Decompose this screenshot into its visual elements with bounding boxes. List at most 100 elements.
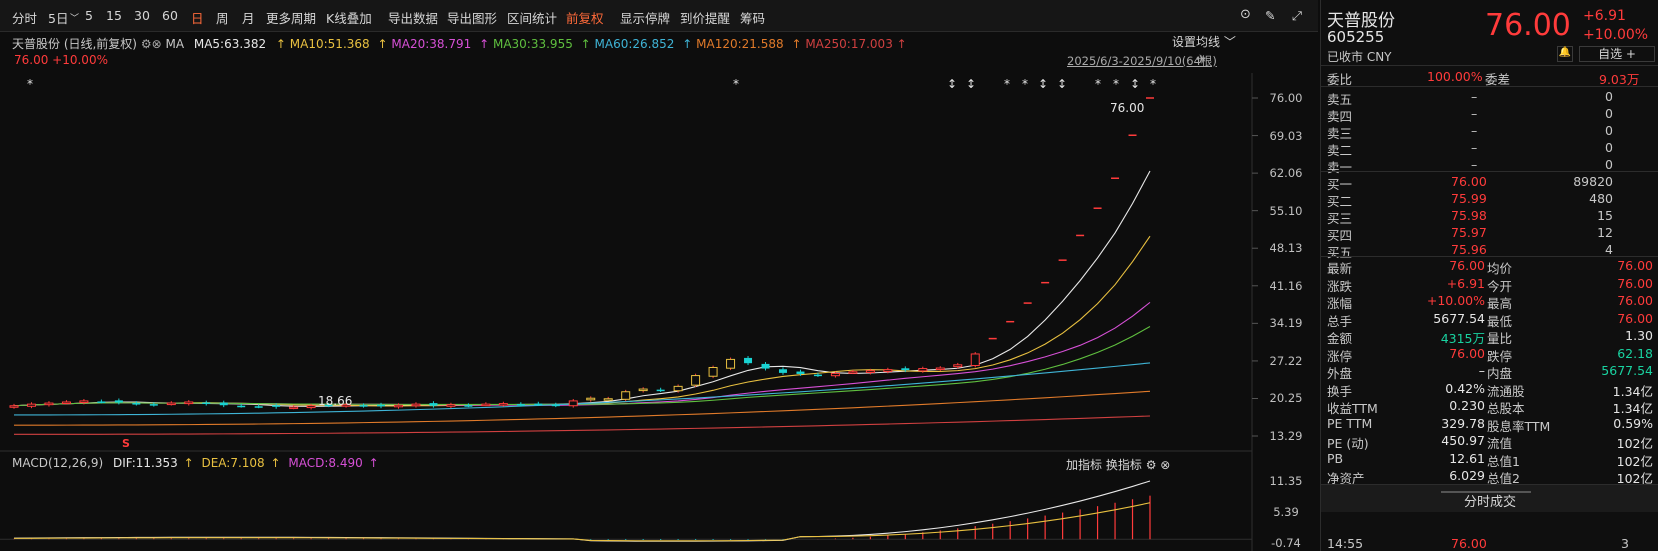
event-marker: * [1004, 77, 1010, 91]
candle [44, 402, 54, 406]
bid-row: 买三 75.98 15 [1327, 208, 1613, 226]
tab-day[interactable]: 日 [191, 8, 204, 27]
ma-lines [13, 170, 1151, 435]
tab-30min[interactable]: 30 [134, 8, 150, 23]
candle [953, 364, 963, 368]
candle [778, 369, 787, 373]
close-icon[interactable]: ⊗ [1160, 458, 1170, 472]
dif-arrow: ↑ [183, 456, 194, 470]
stat-row: PE (动) 450.97 流值 102亿 [1327, 433, 1653, 451]
export-data-button[interactable]: 导出数据 [388, 8, 438, 27]
watchlist-button[interactable]: 自选 + [1579, 46, 1655, 62]
kline-overlay-menu[interactable]: K线叠加 [326, 8, 372, 27]
fullscreen-icon[interactable]: ⤢ [1292, 8, 1302, 24]
collapse-icon[interactable]: ⊙ [1240, 7, 1251, 22]
stat-row: 收益TTM 0.230 总股本 1.34亿 [1327, 398, 1653, 416]
candle [865, 370, 875, 373]
event-marker: ↕ [947, 77, 957, 91]
tick-panel-header[interactable]: 分时成交 [1321, 484, 1658, 512]
candle [393, 404, 403, 408]
event-marker: * [1150, 77, 1156, 91]
candle [149, 404, 158, 406]
sell-signal-marker: S [122, 437, 130, 450]
event-marker: * [1022, 77, 1028, 91]
stat-row: 最新 76.00 均价 76.00 [1327, 258, 1653, 276]
macd-tick-label: 5.39 [1273, 504, 1299, 519]
kline-chart-area[interactable]: 天普股份 (日线,前复权) ⚙⊗ MA MA5:63.382 ↑ MA10:51… [0, 33, 1318, 551]
stat-row: 总手 5677.54 最低 76.00 [1327, 310, 1653, 329]
tab-month[interactable]: 月 [242, 8, 255, 27]
ma-line [13, 390, 1151, 426]
price-tick-label: 27.22 [1269, 353, 1303, 368]
candle [935, 367, 945, 371]
gear-icon[interactable]: ⚙ [1146, 458, 1157, 472]
bell-icon[interactable]: 🔔 [1557, 46, 1573, 62]
stock-code: 605255 [1327, 28, 1385, 46]
chips-button[interactable]: 筹码 [740, 8, 765, 27]
high-price-annotation: 76.00 [1110, 101, 1145, 115]
show-suspension-button[interactable]: 显示停牌 [620, 8, 670, 27]
quote-panel: 天普股份 605255 已收市 CNY 76.00 +6.91 +10.00% … [1320, 0, 1658, 551]
price-alert-button[interactable]: 到价提醒 [680, 8, 730, 27]
export-graph-button[interactable]: 导出图形 [447, 8, 497, 27]
candle [901, 368, 910, 371]
dif-label: DIF:11.353 [112, 456, 178, 470]
candle [830, 372, 840, 377]
candle [377, 404, 386, 407]
event-marker: * [1113, 77, 1119, 91]
candle [166, 402, 176, 406]
price-axis: 76.00 69.03 62.06 55.10 48.13 41.16 34.19 27.22… [1252, 33, 1318, 551]
candle [568, 400, 578, 407]
candle [446, 404, 456, 407]
ask-row: 卖一 –0 [1327, 157, 1613, 175]
candle [516, 404, 525, 406]
tab-week[interactable]: 周 [216, 8, 229, 27]
market-status: 已收市 CNY [1327, 50, 1392, 64]
candle [603, 398, 613, 401]
add-indicator-button[interactable]: 加指标 [1066, 458, 1102, 472]
stat-row: 外盘 – 内盘 5677.54 [1327, 363, 1653, 381]
low-price-annotation: 18.66 [318, 394, 353, 408]
candle [481, 403, 491, 407]
tick-row: 14:55 76.00 3 [1327, 536, 1629, 551]
tab-5day[interactable]: 5日 [48, 8, 68, 27]
tab-5min[interactable]: 5 [85, 8, 93, 23]
chevron-down-icon[interactable]: ﹀ [70, 11, 79, 24]
candle [848, 371, 858, 374]
range-stats-button[interactable]: 区间统计 [507, 8, 557, 27]
price-tick-label: 76.00 [1269, 91, 1303, 105]
bid-row: 买一 76.00 89820 [1327, 174, 1613, 192]
bid-row: 买二 75.99 480 [1327, 191, 1613, 209]
price-change-pct: +10.00% [1583, 27, 1649, 43]
draw-tool-icon[interactable]: ✎ [1265, 8, 1275, 23]
stat-row: 换手 0.42% 流通股 1.34亿 [1327, 380, 1653, 399]
stat-row: PE TTM 329.78 股息率TTM 0.59% [1327, 415, 1653, 434]
dea-arrow: ↑ [270, 456, 281, 470]
tab-60min[interactable]: 60 [162, 8, 178, 23]
candle [79, 400, 89, 404]
stat-row: PB 12.61 总值1 102亿 [1327, 450, 1653, 469]
candle [429, 403, 438, 406]
macd-tick-label: -0.74 [1271, 536, 1301, 550]
more-periods-menu[interactable]: 更多周期 [266, 8, 316, 27]
candle [237, 405, 246, 408]
candle [359, 405, 368, 407]
tab-15min[interactable]: 15 [106, 8, 122, 23]
event-marker: * [27, 77, 33, 91]
ask-row: 卖三 –0 [1327, 123, 1613, 141]
weibi-row: 委比 100.00% 委差 9.03万 [1327, 69, 1640, 87]
price-tick-label: 20.25 [1269, 391, 1303, 406]
tab-fenshi[interactable]: 分时 [12, 8, 37, 27]
macd-tick-label: 11.35 [1269, 474, 1303, 488]
forward-adjust-menu[interactable]: 前复权 [566, 8, 604, 27]
price-tick-label: 62.06 [1269, 166, 1303, 181]
ask-row: 卖五 –0 [1327, 89, 1613, 107]
swap-indicator-button[interactable]: 换指标 [1106, 458, 1142, 472]
candle [813, 374, 822, 377]
dea-label: DEA:7.108 [201, 456, 265, 470]
candle [202, 402, 211, 405]
candle [586, 397, 596, 401]
macd-arrow: ↑ [368, 456, 379, 470]
event-marker: ↕ [966, 77, 976, 91]
price-tick-label: 69.03 [1269, 128, 1303, 143]
